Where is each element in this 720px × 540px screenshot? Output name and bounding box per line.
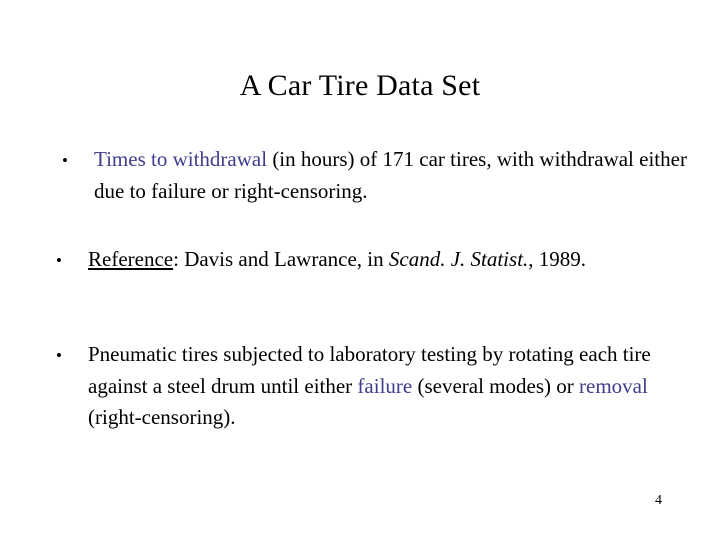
bullet-item-times-to-withdrawal: • Times to withdrawal (in hours) of 171 c…	[62, 144, 694, 207]
reference-journal: Scand. J. Statist.	[388, 247, 529, 271]
slide: A Car Tire Data Set • Times to withdrawal…	[0, 0, 720, 540]
bullet-3-accent-failure: failure	[357, 374, 413, 398]
bullet-item-pneumatic-tires: • Pneumatic tires subjected to laboratory…	[56, 339, 688, 433]
reference-after-label: : Davis and Lawrance, in	[173, 247, 389, 271]
bullet-dot-icon: •	[56, 251, 62, 270]
bullet-3-accent-removal: removal	[579, 374, 648, 398]
bullet-dot-icon: •	[62, 151, 68, 170]
page-number: 4	[655, 493, 662, 508]
page-title: A Car Tire Data Set	[239, 69, 481, 102]
bullet-3-part3: (right-censoring).	[88, 405, 236, 429]
bullet-dot-icon: •	[56, 346, 62, 365]
bullet-3-part2: (several modes) or	[412, 374, 579, 398]
bullet-1-accent-lead: Times to withdrawal	[94, 147, 268, 171]
reference-tail: , 1989.	[528, 247, 587, 271]
bullet-item-reference: • Reference: Davis and Lawrance, in Scand…	[56, 244, 698, 276]
reference-label: Reference	[88, 247, 174, 271]
